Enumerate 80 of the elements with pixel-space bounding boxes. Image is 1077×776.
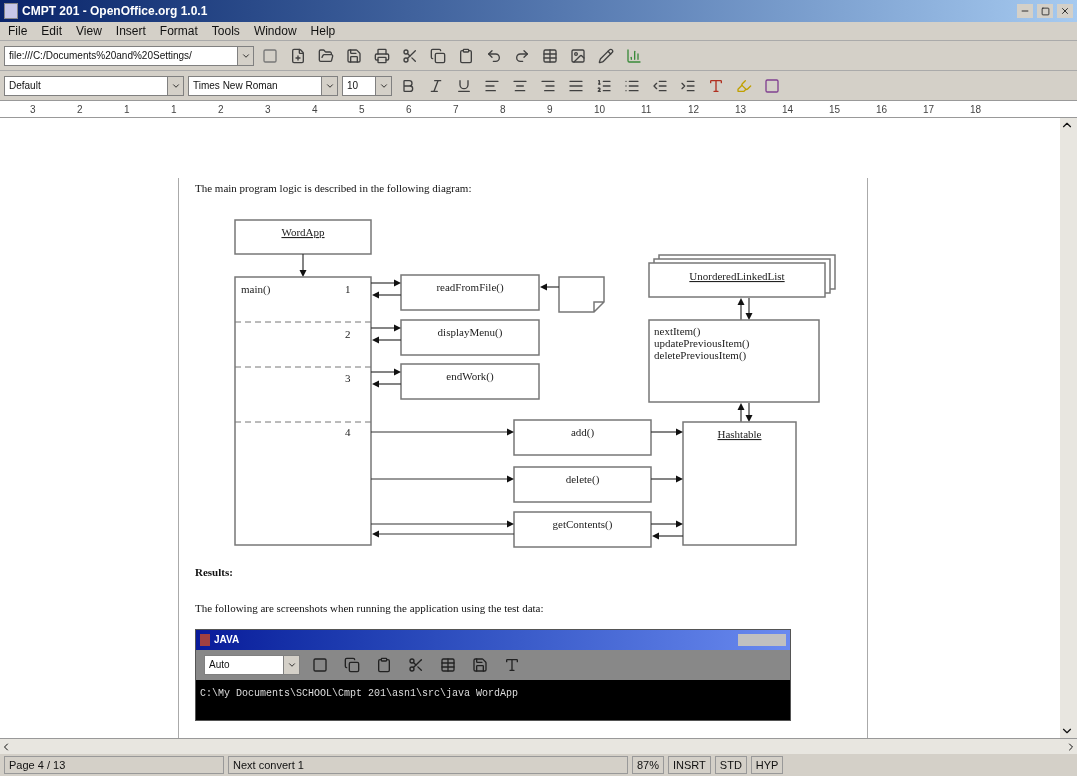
vertical-scrollbar[interactable] xyxy=(1060,118,1077,738)
arrow xyxy=(372,291,402,298)
arrow xyxy=(299,252,307,277)
ruler-number: 6 xyxy=(406,102,413,117)
paragraph-text: The following are screenshots when running the application using the test data: xyxy=(195,601,545,616)
method-box: getContents() xyxy=(513,510,652,548)
font-dropdown[interactable]: Times New Roman xyxy=(188,75,338,96)
ruler-number: 15 xyxy=(829,102,842,117)
ruler-number: 16 xyxy=(876,102,889,117)
document-icon xyxy=(558,275,605,313)
ruler-number: 11 xyxy=(641,102,653,117)
url-field[interactable]: file:///C:/Documents%20and%20Settings/ xyxy=(4,45,254,66)
ruler-number: 1 xyxy=(171,102,178,117)
ruler-number: 5 xyxy=(359,102,366,117)
ruler-number: 14 xyxy=(782,102,795,117)
step-number: 2 xyxy=(345,327,351,340)
step-number: 1 xyxy=(345,282,351,295)
ruler-number: 9 xyxy=(547,102,554,117)
ruler-number: 17 xyxy=(923,102,936,117)
arrow xyxy=(650,520,683,527)
status-field: 87% xyxy=(632,755,665,775)
arrow xyxy=(650,428,683,435)
ruler-number: 3 xyxy=(265,102,272,117)
ruler-number: 4 xyxy=(312,102,319,117)
window-title: CMPT 201 - OpenOffice.org 1.0.1 xyxy=(22,3,209,20)
menu-item[interactable]: Window xyxy=(253,22,297,40)
status-field: Page 4 / 13 xyxy=(4,755,224,775)
arrow xyxy=(370,324,401,331)
arrow xyxy=(370,368,401,375)
console-icon xyxy=(200,633,210,646)
ruler-number: 2 xyxy=(218,102,225,117)
arrow xyxy=(370,279,401,286)
method-box: readFromFile() xyxy=(400,273,540,311)
ruler-number: 3 xyxy=(30,102,37,117)
intro-text: The main program logic is described in the following diagram: xyxy=(195,181,473,196)
class-box: WordApp xyxy=(234,218,372,255)
method-list-box: nextItem() updatePreviousItem() deletePreviousItem() xyxy=(648,318,820,403)
horizontal-scrollbar[interactable] xyxy=(0,738,1077,754)
style-dropdown[interactable]: Default xyxy=(4,75,184,96)
status-field: INSRT xyxy=(668,755,711,775)
ruler-number: 1 xyxy=(124,102,131,117)
maximize-icon xyxy=(1040,6,1050,16)
class-box: Hashtable xyxy=(682,420,797,546)
section-heading: Results: xyxy=(195,564,234,580)
method-box: delete() xyxy=(513,465,652,503)
ruler-number: 7 xyxy=(453,102,460,117)
close-button[interactable] xyxy=(1057,4,1073,18)
arrow xyxy=(652,532,684,539)
menu-item[interactable]: Insert xyxy=(115,22,146,40)
menu-item[interactable]: Tools xyxy=(211,22,240,40)
ruler-number: 2 xyxy=(77,102,84,117)
step-number: 3 xyxy=(345,371,351,384)
method-box: displayMenu() xyxy=(400,318,540,356)
font-size-dropdown[interactable]: 10 xyxy=(342,75,392,96)
status-field: Next convert 1 xyxy=(228,755,628,775)
method-box: endWork() xyxy=(400,362,540,400)
ruler-number: 18 xyxy=(970,102,983,117)
arrow xyxy=(540,283,560,290)
arrow xyxy=(372,380,402,387)
font-size-dropdown[interactable]: Auto xyxy=(204,654,300,675)
app-icon xyxy=(4,3,18,19)
status-field: STD xyxy=(714,755,747,775)
menu-item[interactable]: Help xyxy=(310,22,336,40)
ruler-number: 8 xyxy=(500,102,507,117)
ruler-number: 12 xyxy=(688,102,701,117)
step-number: 4 xyxy=(345,425,351,438)
arrow xyxy=(650,475,683,482)
console-output: C:\My Documents\SCHOOL\Cmpt 201\asn1\src\java WordApp xyxy=(196,679,790,720)
method-box: add() xyxy=(513,418,652,456)
ruler-number: 10 xyxy=(594,102,607,117)
console-title: JAVA xyxy=(214,633,241,647)
menu-item[interactable]: Format xyxy=(159,22,198,40)
menu-item[interactable]: View xyxy=(76,22,102,40)
ruler-number: 13 xyxy=(735,102,748,117)
arrow xyxy=(372,336,402,343)
menu-item[interactable]: Edit xyxy=(41,22,63,40)
minimize-button[interactable] xyxy=(1017,4,1033,18)
menu-item[interactable]: File xyxy=(8,22,28,40)
close-icon xyxy=(1060,6,1070,16)
status-field: HYP xyxy=(750,755,784,775)
